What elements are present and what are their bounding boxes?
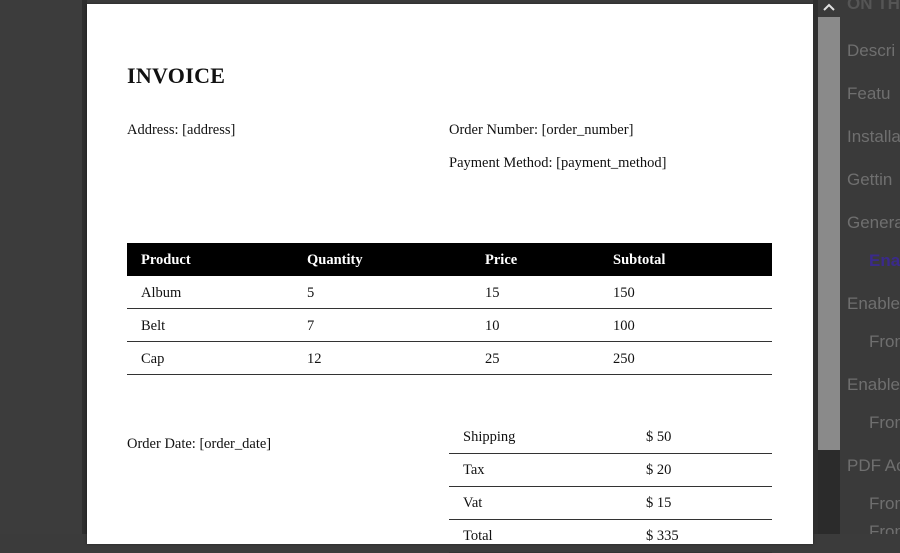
invoice-title: INVOICE: [127, 63, 226, 88]
table-cell: Cap: [141, 351, 165, 367]
totals-value: $ 50: [646, 429, 672, 445]
toc-link-enable[interactable]: Enable: [847, 375, 900, 395]
table-cell: 15: [485, 285, 500, 301]
toc-link-from[interactable]: From: [869, 413, 900, 433]
toc-link-installation[interactable]: Installa: [847, 127, 900, 147]
table-row: Cap 12 25 250: [127, 342, 772, 375]
toc-link-enable[interactable]: Enable: [847, 294, 900, 314]
scroll-up-button[interactable]: [818, 0, 840, 17]
table-row: Album 5 15 150: [127, 276, 772, 309]
totals-label: Shipping: [463, 429, 516, 445]
totals-row: Tax $ 20: [449, 454, 772, 487]
table-cell: 7: [307, 318, 315, 334]
table-of-contents-sidebar: ON TH Descri Featu Installa Gettin Gener…: [840, 0, 900, 534]
table-cell: Belt: [141, 318, 166, 334]
toc-link-pdf-actions[interactable]: PDF Ac: [847, 456, 900, 476]
totals-label: Vat: [463, 495, 483, 511]
products-table: Product Quantity Price Subtotal Album 5 …: [127, 243, 772, 375]
payment-method-field: Payment Method: [payment_method]: [449, 155, 667, 171]
toc-link-from[interactable]: From: [869, 494, 900, 514]
table-row: Belt 7 10 100: [127, 309, 772, 342]
table-cell: 25: [485, 351, 500, 367]
order-date-field: Order Date: [order_date]: [127, 436, 272, 452]
table-cell: 12: [307, 351, 322, 367]
totals-row: Total $ 335: [449, 520, 772, 553]
totals-row: Shipping $ 50: [449, 421, 772, 454]
toc-link-from[interactable]: From: [869, 332, 900, 352]
table-cell: 250: [613, 351, 635, 367]
totals-table: Shipping $ 50 Tax $ 20 Vat $ 15 Total $ …: [449, 421, 772, 553]
table-header: Product Quantity Price Subtotal: [127, 243, 772, 276]
backdrop-left: [0, 0, 82, 534]
chevron-up-icon: [823, 3, 835, 11]
toc-link-getting-started[interactable]: Gettin: [847, 170, 892, 190]
totals-label: Tax: [463, 462, 485, 478]
toc-link-general[interactable]: Genera: [847, 213, 900, 233]
totals-label: Total: [463, 528, 493, 544]
toc-link-from[interactable]: Fron: [869, 522, 900, 534]
toc-link-enable-active[interactable]: Ena: [869, 251, 900, 271]
toc-link-description[interactable]: Descri: [847, 41, 895, 61]
column-header: Quantity: [307, 252, 363, 268]
toc-link-features[interactable]: Featu: [847, 84, 890, 104]
toc-heading: ON TH: [847, 0, 900, 13]
invoice-preview-page: INVOICE Address: [address] Order Number:…: [87, 4, 813, 553]
totals-value: $ 15: [646, 495, 672, 511]
table-cell: 150: [613, 285, 635, 301]
column-header: Subtotal: [613, 252, 666, 268]
table-cell: 100: [613, 318, 635, 334]
order-number-field: Order Number: [order_number]: [449, 122, 634, 138]
table-cell: Album: [141, 285, 182, 301]
column-header: Price: [485, 252, 518, 268]
scrollbar-thumb[interactable]: [818, 17, 840, 450]
table-cell: 10: [485, 318, 500, 334]
totals-row: Vat $ 15: [449, 487, 772, 520]
totals-value: $ 20: [646, 462, 672, 478]
address-field: Address: [address]: [127, 122, 236, 138]
table-cell: 5: [307, 285, 315, 301]
column-header: Product: [141, 252, 191, 268]
totals-value: $ 335: [646, 528, 679, 544]
